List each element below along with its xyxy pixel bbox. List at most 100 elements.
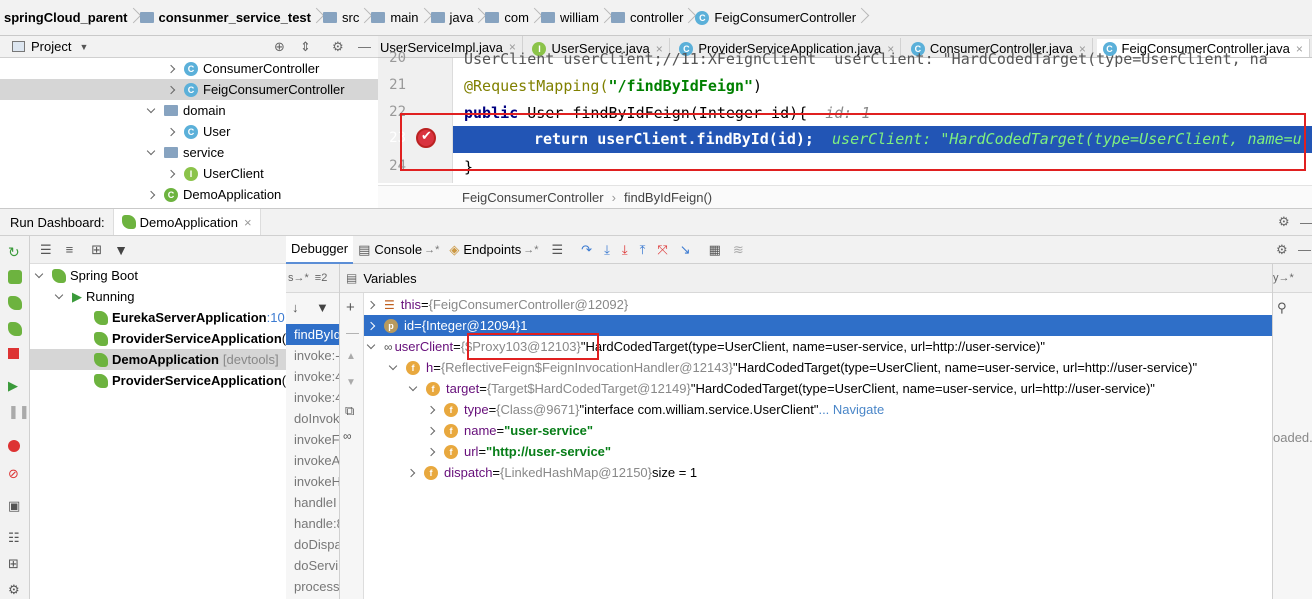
code-editor[interactable]: 20 21 22 23 24 UserClient userClient;//1… bbox=[378, 50, 1312, 208]
rerun-icon[interactable]: ↻ bbox=[8, 244, 22, 260]
step-over-icon[interactable]: ↷ bbox=[581, 242, 592, 258]
trace-icon[interactable]: ≋ bbox=[733, 242, 744, 258]
breadcrumb-item-william[interactable]: william bbox=[537, 0, 607, 36]
gear-icon[interactable]: ⚙ bbox=[1276, 242, 1288, 258]
collapse-icon[interactable]: ⇕ bbox=[300, 39, 311, 55]
debug-icon[interactable] bbox=[8, 296, 22, 310]
gear-icon[interactable]: ⚙ bbox=[332, 39, 344, 55]
hide-icon[interactable]: — bbox=[1300, 215, 1312, 230]
camera-icon[interactable]: ▣ bbox=[8, 498, 22, 513]
service-item[interactable]: EurekaServerApplication:10 bbox=[94, 307, 285, 328]
move-down-icon[interactable]: ▼ bbox=[346, 377, 356, 388]
navigate-link[interactable]: ... Navigate bbox=[818, 402, 884, 417]
breadcrumb-class[interactable]: FeigConsumerController bbox=[462, 190, 604, 205]
breadcrumb-item-main[interactable]: main bbox=[367, 0, 426, 36]
close-icon[interactable]: × bbox=[1296, 42, 1303, 56]
tree-item-userclient[interactable]: I UserClient bbox=[166, 163, 264, 184]
chevron-down-icon[interactable]: ▼ bbox=[79, 42, 88, 52]
chevron-right-icon[interactable] bbox=[366, 300, 376, 309]
tree-item-service[interactable]: service bbox=[146, 142, 224, 163]
tree-item-feigconsumercontroller[interactable]: C FeigConsumerController bbox=[0, 79, 378, 100]
tree-item-user[interactable]: C User bbox=[166, 121, 230, 142]
service-item-selected[interactable]: DemoApplication [devtools] bbox=[30, 349, 286, 370]
variable-row-target[interactable]: f target = {Target$HardCodedTarget@12149}… bbox=[408, 378, 1155, 399]
breadcrumb-item-com[interactable]: com bbox=[481, 0, 537, 36]
hide-icon[interactable]: — bbox=[1298, 242, 1311, 257]
chevron-right-icon[interactable] bbox=[166, 64, 176, 73]
breadcrumb-method[interactable]: findByIdFeign() bbox=[624, 190, 712, 205]
stack-frame[interactable]: handleI bbox=[294, 495, 337, 510]
stack-frame[interactable]: invoke:4 bbox=[294, 390, 339, 405]
breadcrumb-item-project[interactable]: springCloud_parent bbox=[0, 0, 136, 36]
filter-icon[interactable]: ▼ bbox=[316, 300, 329, 315]
chevron-down-icon[interactable] bbox=[146, 146, 156, 155]
pin-icon[interactable]: ⊞ bbox=[8, 556, 22, 571]
chevron-down-icon[interactable] bbox=[146, 104, 156, 113]
layout-icon[interactable]: ☷ bbox=[8, 530, 22, 545]
stack-frame[interactable]: invoke:4 bbox=[294, 369, 339, 384]
variable-row-url[interactable]: f url = "http://user-service" bbox=[426, 441, 611, 462]
chevron-right-icon[interactable] bbox=[166, 169, 176, 178]
variable-row-dispatch[interactable]: f dispatch = {LinkedHashMap@12150} size =… bbox=[406, 462, 697, 483]
stack-frame[interactable]: handle:8 bbox=[294, 516, 339, 531]
chevron-right-icon[interactable] bbox=[166, 85, 176, 94]
service-item[interactable]: ProviderServiceApplication( bbox=[94, 370, 286, 391]
stack-frame[interactable]: invokeA bbox=[294, 453, 339, 468]
breadcrumb-item-controller[interactable]: controller bbox=[607, 0, 691, 36]
tree-item-consumercontroller[interactable]: C ConsumerController bbox=[166, 58, 319, 79]
add-watch-icon[interactable]: + bbox=[346, 299, 355, 316]
stack-frame[interactable]: findById bbox=[294, 327, 339, 342]
filter-icon[interactable]: ▼ bbox=[114, 242, 128, 258]
service-item[interactable]: ProviderServiceApplication( bbox=[94, 328, 286, 349]
move-up-icon[interactable]: ▲ bbox=[346, 351, 356, 362]
tree-item-demoapplication[interactable]: C DemoApplication bbox=[146, 184, 281, 205]
tab-console[interactable]: ▤ Console →* bbox=[353, 236, 444, 264]
copy-icon[interactable]: ⧉ bbox=[345, 403, 354, 419]
stack-frame[interactable]: invoke:- bbox=[294, 348, 339, 363]
close-icon[interactable]: × bbox=[244, 215, 252, 230]
stop-icon[interactable] bbox=[8, 348, 19, 359]
chevron-right-icon[interactable] bbox=[406, 468, 416, 477]
chevron-down-icon[interactable] bbox=[388, 361, 398, 370]
arrow-down-icon[interactable]: ↓ bbox=[292, 300, 299, 315]
tree-item-running[interactable]: ▶ Running bbox=[54, 286, 134, 307]
chevron-right-icon[interactable] bbox=[426, 426, 436, 435]
breadcrumb-item-java[interactable]: java bbox=[427, 0, 482, 36]
menu-icon[interactable]: ☰ bbox=[552, 242, 564, 258]
tab-debugger[interactable]: Debugger bbox=[286, 235, 354, 264]
mute-breakpoints-icon[interactable]: ⊘ bbox=[8, 466, 22, 481]
locate-icon[interactable]: ⊕ bbox=[274, 39, 285, 55]
step-into-icon[interactable]: ⤓ bbox=[604, 242, 610, 258]
code-line-21[interactable]: @RequestMapping("/findByIdFeign") bbox=[464, 77, 762, 95]
stack-frame[interactable]: doServi bbox=[294, 558, 338, 573]
remove-watch-icon[interactable]: — bbox=[346, 325, 359, 340]
run-to-cursor-icon[interactable]: ↘ bbox=[680, 242, 691, 258]
threads-dropdown[interactable]: ≡2 bbox=[315, 272, 328, 284]
stack-frame[interactable]: doDispa bbox=[294, 537, 339, 552]
drop-frame-icon[interactable]: ⤧ bbox=[657, 242, 667, 258]
collapse-all-icon[interactable]: ≡ bbox=[66, 242, 74, 257]
pause-icon[interactable]: ❚❚ bbox=[8, 404, 30, 419]
step-out-icon[interactable]: ⤒ bbox=[640, 242, 646, 258]
variable-row-this[interactable]: ☰ this = {FeigConsumerController@12092} bbox=[366, 294, 628, 315]
glasses-icon[interactable]: ∞ bbox=[343, 429, 352, 443]
chevron-down-icon[interactable] bbox=[34, 269, 44, 278]
run-icon[interactable] bbox=[8, 270, 22, 284]
hide-icon[interactable]: — bbox=[358, 39, 371, 54]
expand-all-icon[interactable]: ☰ bbox=[40, 242, 52, 258]
chevron-down-icon[interactable] bbox=[54, 290, 64, 299]
stack-frame[interactable]: doInvok bbox=[294, 411, 339, 426]
breadcrumb-item-src[interactable]: src bbox=[319, 0, 367, 36]
gear-icon[interactable]: ⚙ bbox=[8, 582, 22, 597]
variable-row-name[interactable]: f name = "user-service" bbox=[426, 420, 593, 441]
tab-endpoints[interactable]: ◈ Endpoints →* bbox=[444, 236, 543, 264]
chevron-right-icon[interactable] bbox=[426, 447, 436, 456]
search-icon[interactable]: ⚲ bbox=[1277, 300, 1287, 316]
group-icon[interactable]: ⊞ bbox=[91, 242, 102, 258]
variable-row-h[interactable]: fh = {ReflectiveFeign$FeignInvocationHan… bbox=[388, 357, 1197, 378]
breadcrumb-item-class[interactable]: C FeigConsumerController bbox=[691, 0, 864, 36]
chevron-right-icon[interactable] bbox=[146, 190, 156, 199]
chevron-right-icon[interactable] bbox=[426, 405, 436, 414]
breadcrumb-item-module[interactable]: consunmer_service_test bbox=[136, 0, 319, 36]
resume-icon[interactable]: ▶ bbox=[8, 378, 22, 393]
